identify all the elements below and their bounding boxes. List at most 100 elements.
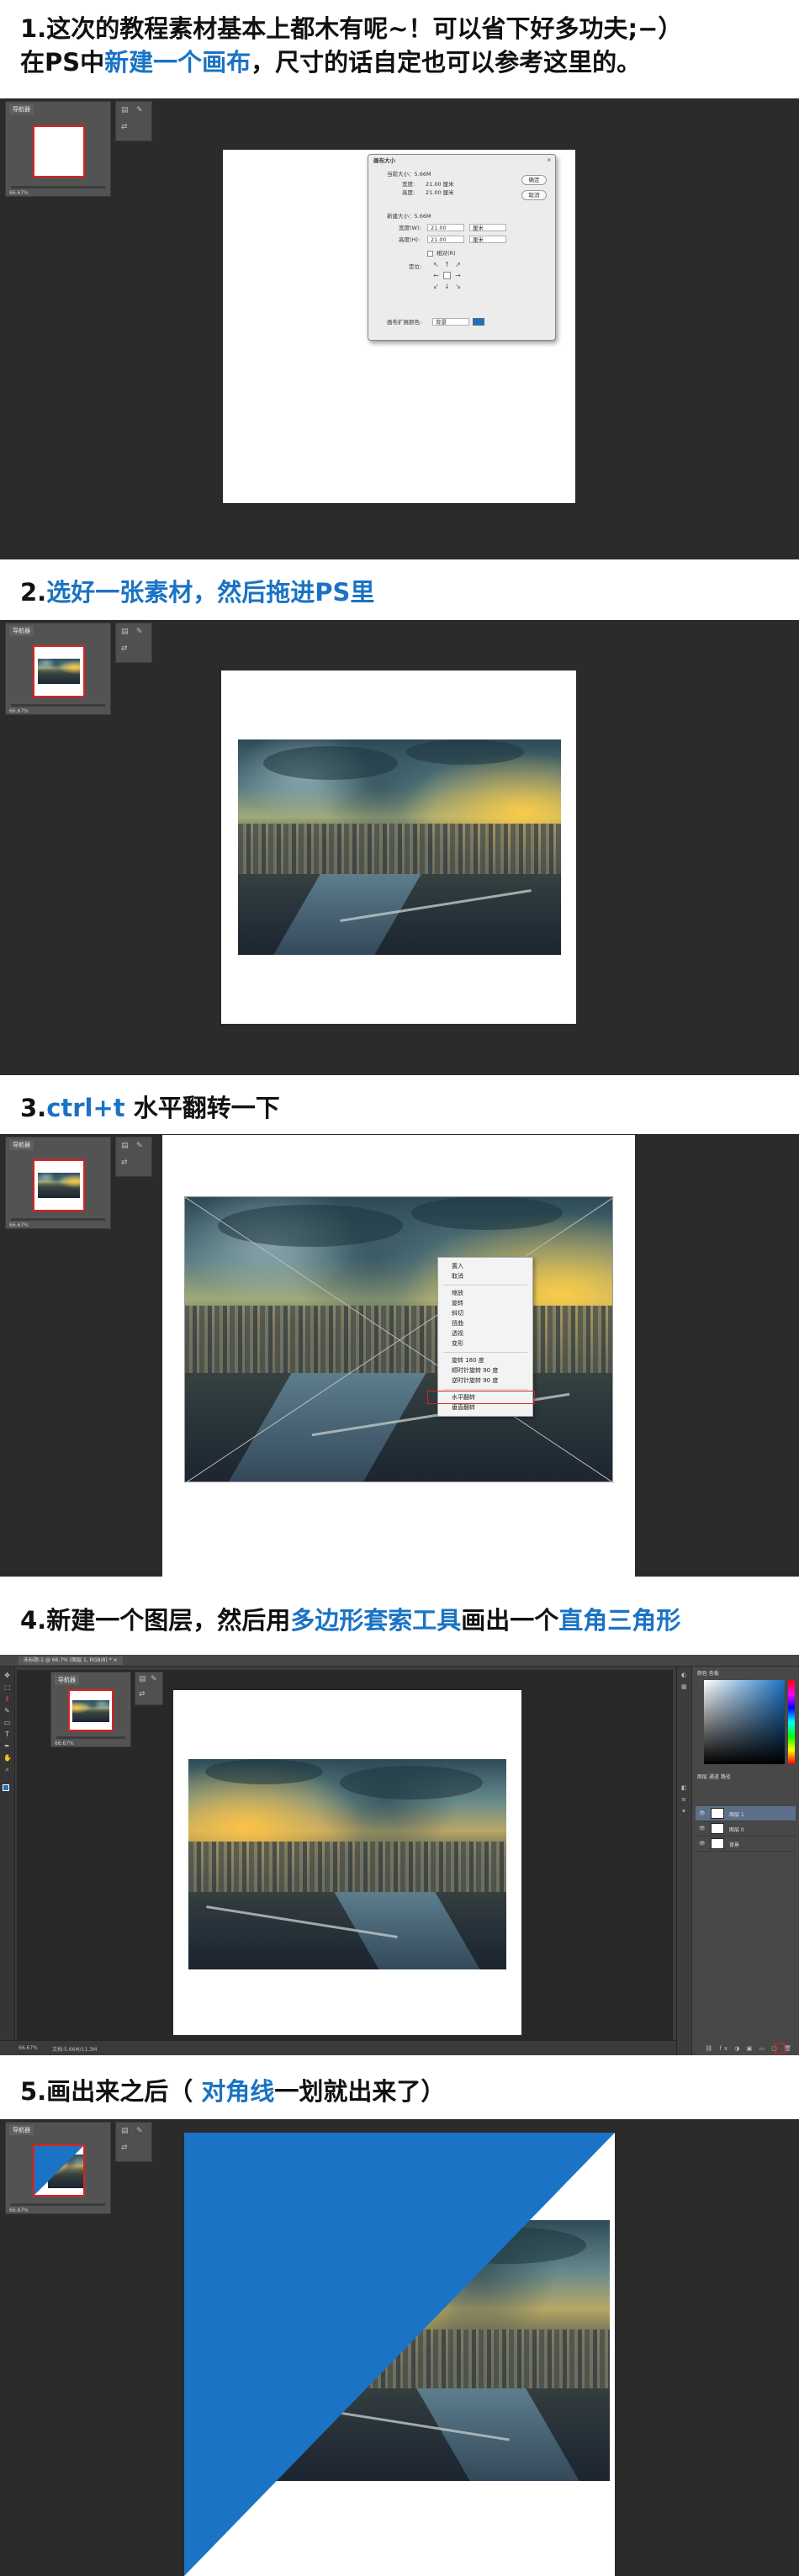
navigator-zoom-slider[interactable] [11, 186, 105, 188]
layer-row[interactable]: 👁 图层 0 [696, 1821, 796, 1837]
layer-row[interactable]: 👁 背景 [696, 1837, 796, 1852]
navigator-tab[interactable]: 导航器 [55, 1675, 79, 1685]
marquee-icon[interactable]: ⬚ [3, 1683, 11, 1691]
navigator-zoom-slider[interactable] [56, 1736, 125, 1739]
adjust-icon[interactable]: ⇄ [121, 1159, 128, 1167]
step4-tool-name: 多边形套索工具 [290, 1606, 462, 1635]
history-icon[interactable]: ▤ [121, 2128, 129, 2135]
flipped-city-photo[interactable] [188, 1759, 506, 1969]
cancel-button[interactable]: 取消 [521, 190, 547, 200]
adjust-icon[interactable]: ⇄ [121, 2144, 128, 2152]
new-size-label: 新建大小：5.66M [387, 213, 431, 220]
swatches-panel-icon[interactable]: ▦ [681, 1683, 688, 1690]
extension-color-swatch[interactable] [473, 318, 484, 326]
width-unit-select[interactable]: 厘米 [469, 224, 506, 231]
cloud-shape [263, 746, 398, 780]
navigator-tab[interactable]: 导航器 [9, 104, 34, 114]
hue-slider[interactable] [788, 1680, 795, 1764]
arrow-e-icon[interactable]: → [454, 272, 462, 279]
adjust-icon[interactable]: ⇄ [139, 1691, 146, 1699]
step1-line2-suffix: ，尺寸的话自定也可以参考这里的。 [251, 48, 642, 77]
navigator-zoom-slider[interactable] [11, 1218, 105, 1221]
navigator-thumbnail[interactable] [68, 1689, 114, 1731]
menu-item-rotate-ccw[interactable]: 逆时针旋转 90 度 [452, 1377, 498, 1384]
arrow-s-icon[interactable]: ↓ [443, 283, 451, 290]
navigator-thumbnail[interactable] [33, 1159, 85, 1211]
adjust-icon[interactable]: ⇄ [121, 124, 128, 131]
color-panel-icon[interactable]: ◐ [681, 1672, 688, 1678]
document-tab[interactable]: 未标题-1 @ 66.7% (图层 1, RGB/8) * × [19, 1656, 123, 1665]
move-icon[interactable]: ✥ [3, 1672, 11, 1679]
arrow-sw-icon[interactable]: ↙ [432, 283, 440, 290]
extension-color-select[interactable]: 背景 [432, 318, 469, 326]
height-input[interactable]: 21.00 [427, 236, 464, 243]
brush-preset-icon[interactable]: ✎ [136, 2128, 143, 2135]
menu-item-cancel[interactable]: 取消 [452, 1273, 463, 1280]
navigator-thumbnail[interactable] [33, 645, 85, 697]
navigator-thumbnail[interactable] [33, 125, 85, 178]
city-photo[interactable] [238, 739, 561, 955]
navigator-zoom-slider[interactable] [11, 704, 105, 707]
menu-item-place[interactable]: 置入 [452, 1263, 463, 1269]
layer-row[interactable]: 👁 图层 1 [696, 1806, 796, 1821]
eye-icon[interactable]: 👁 [699, 1810, 706, 1816]
menu-item-distort[interactable]: 扭曲 [452, 1320, 463, 1327]
eye-icon[interactable]: 👁 [699, 1841, 706, 1847]
history-icon[interactable]: ▤ [121, 107, 129, 114]
brush-icon[interactable]: ✎ [3, 1707, 11, 1715]
eraser-icon[interactable]: ▭ [3, 1719, 11, 1726]
foreground-color-swatch[interactable] [3, 1784, 9, 1791]
anchor-grid[interactable]: ↖ ↑ ↗ ← → ↙ ↓ ↘ [432, 261, 463, 291]
arrow-se-icon[interactable]: ↘ [454, 283, 462, 290]
color-picker-field[interactable] [704, 1680, 785, 1764]
color-panel-tabs[interactable]: 颜色 色板 [697, 1669, 719, 1677]
history-icon[interactable]: ▤ [121, 1142, 129, 1150]
arrow-n-icon[interactable]: ↑ [443, 261, 451, 268]
relative-checkbox[interactable] [427, 251, 433, 257]
width-input[interactable]: 21.00 [427, 224, 464, 231]
brush-preset-icon[interactable]: ✎ [136, 107, 143, 114]
navigator-thumbnail[interactable] [33, 2144, 85, 2197]
paths-panel-icon[interactable]: ✦ [681, 1808, 688, 1815]
navigator-zoom-slider[interactable] [11, 2203, 105, 2206]
layer-name: 图层 0 [729, 1827, 744, 1833]
channels-panel-icon[interactable]: ≡ [681, 1796, 688, 1803]
navigator-zoom-value: 66.67% [55, 1741, 74, 1746]
adjust-icon[interactable]: ⇄ [121, 645, 128, 653]
pen-icon[interactable]: ✒ [3, 1742, 11, 1750]
ok-button[interactable]: 确定 [521, 175, 547, 185]
close-icon[interactable]: × [547, 157, 551, 163]
layers-panel-tabs[interactable]: 图层 通道 路径 [697, 1773, 731, 1780]
menu-item-skew[interactable]: 斜切 [452, 1310, 463, 1317]
menu-item-rotate[interactable]: 旋转 [452, 1300, 463, 1307]
anchor-center[interactable] [443, 272, 451, 279]
history-icon[interactable]: ▤ [121, 628, 129, 636]
menu-item-rotate-180[interactable]: 旋转 180 度 [452, 1357, 484, 1364]
lasso-icon[interactable]: ℓ [3, 1695, 11, 1703]
navigator-tab[interactable]: 导航器 [9, 2125, 34, 2135]
hand-icon[interactable]: ✋ [3, 1754, 12, 1762]
blue-right-triangle[interactable] [184, 2133, 615, 2576]
brush-preset-icon[interactable]: ✎ [136, 628, 143, 636]
brush-preset-icon[interactable]: ✎ [151, 1676, 157, 1683]
menu-item-rotate-cw[interactable]: 顺时针旋转 90 度 [452, 1367, 498, 1374]
menu-item-scale[interactable]: 缩放 [452, 1290, 463, 1296]
arrow-w-icon[interactable]: ← [432, 272, 440, 279]
free-transform-box[interactable] [184, 1196, 614, 1483]
menu-item-perspective[interactable]: 透视 [452, 1330, 463, 1337]
navigator-tab[interactable]: 导航器 [9, 626, 34, 636]
extension-color-value: 背景 [436, 319, 447, 326]
brush-preset-icon[interactable]: ✎ [136, 1142, 143, 1150]
text-icon[interactable]: T [3, 1731, 11, 1738]
layers-panel-icon[interactable]: ◧ [681, 1784, 688, 1791]
menu-item-flip-vertical[interactable]: 垂直翻转 [452, 1404, 475, 1411]
step5-highlight: 对角线 [201, 2077, 275, 2106]
eye-icon[interactable]: 👁 [699, 1826, 706, 1831]
height-unit-select[interactable]: 厘米 [469, 236, 506, 243]
arrow-nw-icon[interactable]: ↖ [432, 261, 440, 268]
zoom-icon[interactable]: ⌕ [3, 1766, 11, 1773]
history-icon[interactable]: ▤ [139, 1676, 146, 1683]
menu-item-warp[interactable]: 变形 [452, 1340, 463, 1347]
arrow-ne-icon[interactable]: ↗ [454, 261, 462, 268]
navigator-tab[interactable]: 导航器 [9, 1140, 34, 1150]
